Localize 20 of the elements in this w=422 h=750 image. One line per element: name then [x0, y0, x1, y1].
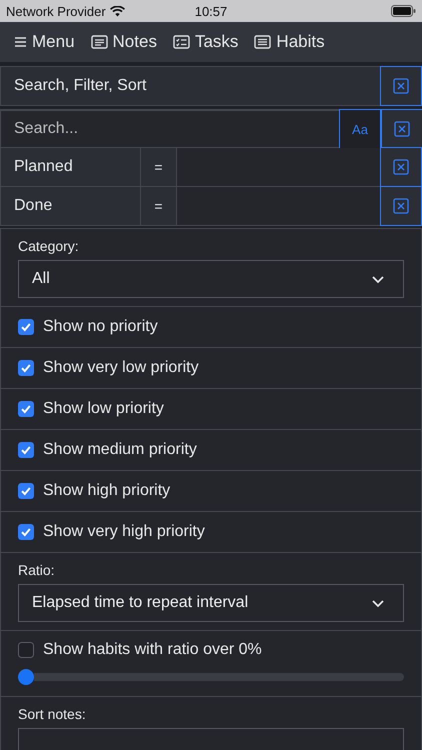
panel-title: Search, Filter, Sort: [13, 76, 148, 96]
nav-tab[interactable]: Habits: [254, 32, 325, 52]
search-field[interactable]: Search...: [0, 110, 339, 148]
ratio-dropdown[interactable]: Elapsed time to repeat interval: [18, 584, 404, 622]
checkbox-label: Show no priority: [43, 318, 158, 336]
checkbox-label: Show very low priority: [43, 359, 199, 377]
field-label: Ratio:: [18, 562, 56, 578]
checkbox-label: Show medium priority: [43, 441, 197, 459]
checkbox-label: Show very high priority: [43, 523, 205, 541]
nav-tab[interactable]: Menu: [14, 32, 75, 52]
checkbox-label: Show low priority: [43, 400, 164, 418]
checkbox-label: Show high priority: [43, 482, 170, 500]
field-label: Category:: [18, 238, 80, 254]
field-label: Sort notes:: [18, 706, 87, 722]
nav-tab[interactable]: Tasks: [172, 32, 238, 52]
carrier-name: Network Provider: [6, 4, 106, 18]
clock-time: 10:57: [194, 4, 228, 18]
checkbox-label: Show habits with ratio over 0%: [43, 641, 262, 659]
nav-tab[interactable]: Notes: [90, 32, 157, 52]
category-dropdown[interactable]: All: [18, 260, 404, 298]
